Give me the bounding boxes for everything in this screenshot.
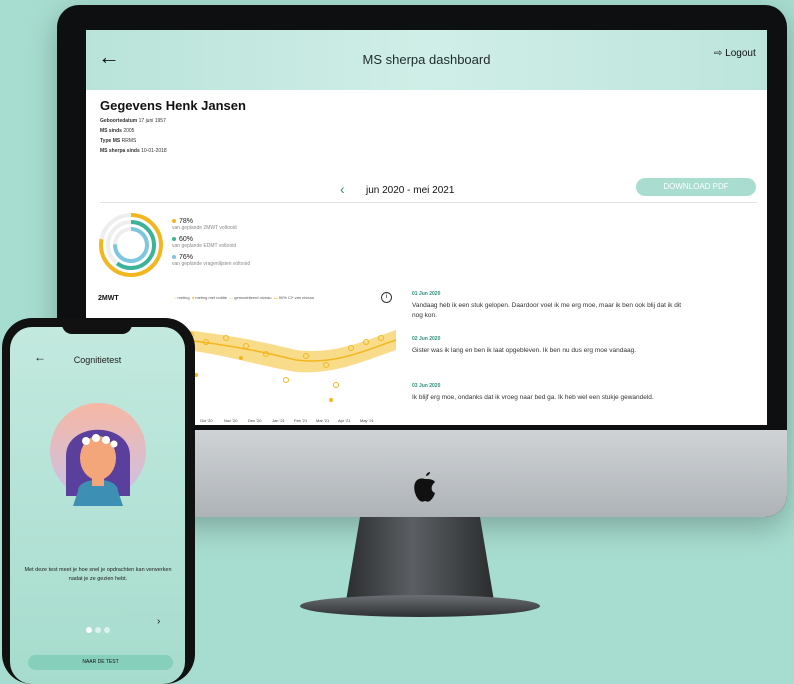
- info-row: MS sinds 2005: [100, 128, 135, 134]
- x-tick: Nov '20: [224, 418, 238, 423]
- next-chevron-icon[interactable]: ›: [157, 616, 160, 627]
- monitor-stand: [345, 517, 495, 607]
- period-label: jun 2020 - mei 2021: [366, 185, 455, 196]
- x-tick: Feb '21: [294, 418, 308, 423]
- page-title: MS sherpa dashboard: [362, 52, 491, 67]
- pager-dots: [86, 620, 113, 638]
- yellow-dot-icon: [172, 219, 176, 223]
- monitor-foot: [300, 595, 540, 617]
- info-row: MS sherpa sinds 10-01-2018: [100, 148, 167, 154]
- journal-text: Vandaag heb ik een stuk gelopen. Daardoo…: [412, 302, 682, 319]
- journal-date: 02 Jun 2020: [412, 336, 441, 342]
- x-tick: May '21: [360, 418, 374, 423]
- completion-legend-item: 76% van geplande vragenlijsten voltooid: [172, 254, 251, 267]
- journal-text: Gister was ik lang en ben ik laat opgebl…: [412, 347, 637, 354]
- download-pdf-button[interactable]: DOWNLOAD PDF: [636, 178, 756, 196]
- pager-dot-icon: [104, 627, 110, 633]
- x-tick: Dec '20: [248, 418, 262, 423]
- completion-legend-item: 78% van geplande 2MWT voltooid: [172, 218, 237, 231]
- logout-button[interactable]: ⇨ Logout: [714, 48, 756, 59]
- phone-description: Met deze test meet je hoe snel je opdrac…: [24, 567, 172, 582]
- completion-legend-item: 60% van geplande EDMT voltooid: [172, 236, 237, 249]
- x-tick: Mar '21: [316, 418, 330, 423]
- chart-legend: ○ meting ● meting met notitie — gemodell…: [174, 295, 314, 300]
- journal-date: 01 Jun 2020: [412, 291, 441, 297]
- blue-dot-icon: [172, 255, 176, 259]
- to-test-button[interactable]: NAAR DE TEST: [28, 655, 173, 670]
- trend-chart: [186, 330, 396, 402]
- phone-title: Cognitietest: [73, 355, 122, 365]
- apple-logo-icon: [414, 472, 435, 502]
- green-dot-icon: [172, 237, 176, 241]
- x-tick: Jan '21: [272, 418, 285, 423]
- info-row: Geboortedatum 17 juni 1957: [100, 118, 166, 124]
- x-tick: Oct '20: [200, 418, 213, 423]
- woman-illustration-icon: [50, 403, 146, 506]
- journal-text: Ik blijf erg moe, ondanks dat ik vroeg n…: [412, 394, 654, 401]
- info-icon[interactable]: i: [381, 292, 392, 303]
- x-tick: Apr '21: [338, 418, 351, 423]
- phone-notch: [62, 318, 132, 334]
- completion-rings: [99, 213, 163, 277]
- journal-date: 03 Jun 2020: [412, 383, 441, 389]
- logout-label: Logout: [725, 48, 756, 59]
- previous-period-icon[interactable]: ‹: [340, 181, 345, 197]
- logout-icon: ⇨: [714, 48, 723, 59]
- divider: [100, 202, 757, 203]
- info-row: Type MS RRMS: [100, 138, 137, 144]
- pager-dot-icon: [86, 627, 92, 633]
- chart-title: 2MWT: [98, 295, 119, 302]
- pager-dot-icon: [95, 627, 101, 633]
- patient-title: Gegevens Henk Jansen: [100, 98, 246, 113]
